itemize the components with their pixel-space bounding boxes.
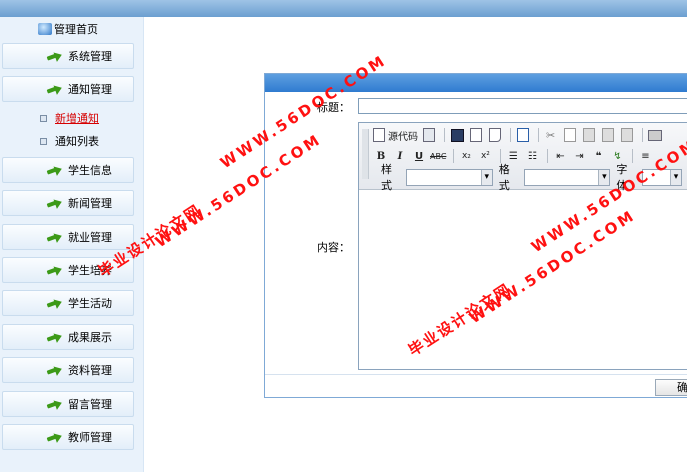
- arrow-icon: [47, 364, 63, 376]
- toolbar-separator: [444, 128, 445, 142]
- sidebar-item-activities[interactable]: 学生活动: [2, 290, 134, 316]
- new-page-icon: [470, 128, 482, 142]
- toolbar-separator: [453, 149, 455, 163]
- sub-item-label: 新增通知: [55, 112, 99, 125]
- numbered-list-icon: ☰: [508, 150, 518, 162]
- sidebar-item-label: 通知管理: [68, 83, 112, 96]
- arrow-icon: [47, 398, 63, 410]
- source-icon: [373, 128, 385, 142]
- title-input[interactable]: [358, 98, 687, 114]
- superscript-button[interactable]: x²: [477, 148, 493, 164]
- preview-button[interactable]: [487, 127, 503, 143]
- print-button[interactable]: [647, 127, 663, 143]
- bullet-icon: [40, 114, 47, 122]
- source-label: 源代码: [388, 131, 418, 143]
- template-icon: [517, 128, 529, 142]
- copy-icon: [564, 128, 576, 142]
- sidebar-item-label: 系统管理: [68, 50, 112, 63]
- rich-text-editor[interactable]: 源代码 ✂ B I U ABC x₂ x² ☰ ☷ ⇤ ⇥ ❝ ↯ ≡ 样式 ▾…: [358, 122, 687, 370]
- style-label: 样式: [381, 163, 392, 192]
- preview-icon: [489, 128, 501, 142]
- dialog-footer: 确定: [265, 374, 687, 399]
- format-label: 格式: [498, 163, 510, 192]
- arrow-icon: [47, 297, 63, 309]
- paste-text-button[interactable]: [600, 127, 616, 143]
- arrow-icon: [47, 164, 63, 176]
- arrow-icon: [47, 50, 63, 62]
- outdent-icon: ⇤: [556, 150, 565, 162]
- format-select[interactable]: [523, 168, 611, 186]
- indent-icon: ⇥: [575, 150, 584, 162]
- arrow-icon: [47, 331, 63, 343]
- save-icon: [450, 128, 464, 142]
- sub-item-label: 通知列表: [55, 135, 99, 148]
- sidebar-item-label: 就业管理: [68, 231, 112, 244]
- sidebar-item-label: 学生活动: [68, 297, 112, 310]
- paste-text-icon: [602, 128, 614, 142]
- arrow-icon: [47, 264, 63, 276]
- paste-icon: [583, 128, 595, 142]
- sidebar-item-notice[interactable]: 通知管理: [2, 76, 134, 102]
- sidebar-item-employment[interactable]: 就业管理: [2, 224, 134, 250]
- sidebar-item-students[interactable]: 学生信息: [2, 157, 134, 183]
- toolbar-separator: [547, 149, 549, 163]
- save-button[interactable]: [449, 127, 465, 143]
- arrow-icon: [47, 231, 63, 243]
- arrow-icon: [47, 197, 63, 209]
- home-icon: [38, 23, 52, 35]
- indent-button[interactable]: ⇥: [571, 148, 587, 164]
- outdent-button[interactable]: ⇤: [552, 148, 568, 164]
- print-icon: [648, 129, 662, 141]
- paste-word-button[interactable]: [619, 127, 635, 143]
- home-label: 管理首页: [54, 23, 98, 36]
- quote-icon: ❝: [595, 150, 602, 162]
- scissors-icon: ✂: [546, 129, 556, 142]
- toolbar-separator: [642, 128, 643, 142]
- underline-button[interactable]: U: [411, 148, 427, 164]
- strike-button[interactable]: ABC: [430, 148, 446, 164]
- source-button[interactable]: 源代码: [373, 127, 418, 143]
- paste-button[interactable]: [581, 127, 597, 143]
- div-icon: ↯: [613, 150, 622, 162]
- arrow-icon: [47, 431, 63, 443]
- copy-icon: [423, 128, 435, 142]
- sub-item-add-notice[interactable]: 新增通知: [40, 110, 99, 126]
- sidebar-item-teachers[interactable]: 教师管理: [2, 424, 134, 450]
- copy-button[interactable]: [562, 127, 578, 143]
- sidebar-item-achievements[interactable]: 成果展示: [2, 324, 134, 350]
- style-select[interactable]: [406, 168, 493, 186]
- toolbar-separator: [538, 128, 539, 142]
- notice-editor-dialog: 标题： 内容： 源代码 ✂ B I U ABC x₂ x² ☰ ☷ ⇤ ⇥ ❝ …: [264, 73, 687, 398]
- new-page-button[interactable]: [468, 127, 484, 143]
- subscript-button[interactable]: x₂: [458, 148, 474, 164]
- copy-format-button[interactable]: [421, 127, 437, 143]
- sidebar-item-system[interactable]: 系统管理: [2, 43, 134, 69]
- sidebar-item-label: 新闻管理: [68, 197, 112, 210]
- sidebar-item-label: 资料管理: [68, 364, 112, 377]
- toolbar-separator: [510, 128, 511, 142]
- sidebar-item-label: 学生信息: [68, 164, 112, 177]
- template-button[interactable]: [515, 127, 531, 143]
- align-left-icon: ≡: [641, 150, 650, 162]
- sidebar-item-label: 成果展示: [68, 331, 112, 344]
- paste-word-icon: [621, 128, 633, 142]
- cut-button[interactable]: ✂: [543, 127, 559, 143]
- top-banner: [0, 0, 687, 17]
- bullet-list-icon: ☷: [527, 150, 537, 162]
- sub-item-notice-list[interactable]: 通知列表: [40, 133, 99, 149]
- bullet-icon: [40, 137, 47, 145]
- sidebar-item-label: 留言管理: [68, 398, 112, 411]
- sidebar-item-materials[interactable]: 资料管理: [2, 357, 134, 383]
- confirm-button[interactable]: 确定: [655, 379, 687, 396]
- arrow-icon: [47, 83, 63, 95]
- bullet-list-button[interactable]: ☷: [524, 148, 540, 164]
- sidebar-item-label: 教师管理: [68, 431, 112, 444]
- sidebar-item-news[interactable]: 新闻管理: [2, 190, 134, 216]
- blockquote-button[interactable]: ❝: [590, 148, 606, 164]
- toolbar-collapse-icon[interactable]: [362, 129, 369, 179]
- content-label: 内容：: [317, 241, 350, 254]
- sidebar-item-messages[interactable]: 留言管理: [2, 391, 134, 417]
- home-link[interactable]: 管理首页: [38, 21, 98, 37]
